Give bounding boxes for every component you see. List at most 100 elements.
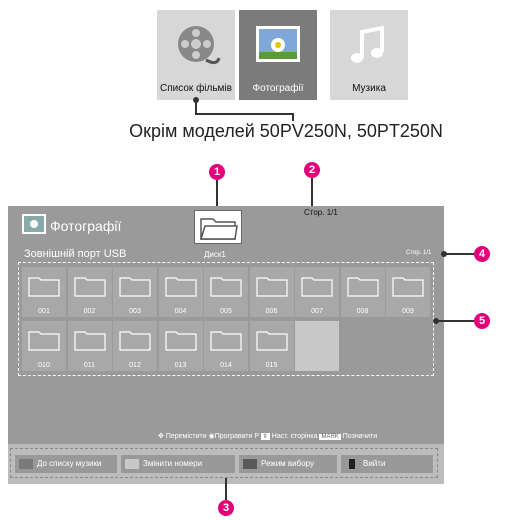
color-key-swatch xyxy=(243,459,257,469)
hint-mark: Позначити xyxy=(342,433,378,440)
category-photos[interactable]: Фотографії xyxy=(239,10,317,100)
models-caption: Окрім моделей 50PV250N, 50PT250N xyxy=(129,121,443,141)
folder-number: 006 xyxy=(265,308,278,315)
folder-item[interactable]: 013 xyxy=(158,321,203,371)
folder-number: 007 xyxy=(311,308,323,315)
color-key-swatch xyxy=(19,459,33,469)
folder-icon xyxy=(73,277,106,297)
category-movie-list[interactable]: Список фільмів xyxy=(157,10,235,100)
folder-icon xyxy=(73,331,106,351)
hint-next-page: Наст. сторінка xyxy=(271,433,318,440)
select-mode-button[interactable]: Режим вибору xyxy=(239,455,337,473)
folder-number: 002 xyxy=(83,308,96,315)
button-label: Вийти xyxy=(363,459,386,468)
folder-number: 001 xyxy=(38,308,50,315)
folder-number: 010 xyxy=(38,362,50,369)
callout-1: 1 xyxy=(209,164,225,180)
page-indicator: Стор. 1/1 xyxy=(406,250,432,256)
photo-icon xyxy=(22,214,46,234)
page-indicator-top: Стор. 1/1 xyxy=(304,208,338,217)
folder-icon xyxy=(164,331,197,351)
callout-5: 5 xyxy=(474,313,490,329)
hint-p: P xyxy=(254,433,259,440)
callout-3: 3 xyxy=(218,500,234,516)
current-folder-icon[interactable] xyxy=(194,210,242,244)
folder-number: 009 xyxy=(402,308,414,315)
folder-number: 005 xyxy=(220,308,232,315)
screen-title: Фотографії xyxy=(50,218,122,234)
folder-item[interactable]: 008 xyxy=(340,267,385,317)
folder-number: 011 xyxy=(83,362,96,369)
color-key-swatch xyxy=(125,459,139,469)
button-label: Режим вибору xyxy=(261,459,314,468)
folder-icon xyxy=(28,331,60,351)
folder-item[interactable]: 006 xyxy=(249,267,294,317)
folder-icon xyxy=(28,277,60,297)
folder-number: 014 xyxy=(220,362,232,369)
folder-item[interactable]: 003 xyxy=(113,267,157,317)
disk-label: Диск1 xyxy=(204,250,226,259)
category-label: Список фільмів xyxy=(160,83,232,94)
hint-play: Програвати xyxy=(214,433,253,440)
category-label: Фотографії xyxy=(252,83,304,94)
folder-number: 013 xyxy=(174,362,187,369)
folder-item[interactable]: 009 xyxy=(386,267,430,317)
folder-grid: 001 002 003 004 005 006 007 008 009 010 011 012 013 0… xyxy=(18,262,434,376)
folder-item[interactable]: 011 xyxy=(67,321,112,371)
folder-item[interactable]: 014 xyxy=(204,321,248,371)
folder-item[interactable]: 005 xyxy=(204,267,248,317)
open-folder-icon xyxy=(199,218,238,240)
film-reel-icon xyxy=(178,26,221,65)
folder-item[interactable]: 015 xyxy=(249,321,294,371)
go-to-music-list-button[interactable]: До списку музики xyxy=(15,455,117,473)
control-hints: ✥ Перемістити ◉Програвати P ⇕ Наст. стор… xyxy=(158,432,377,440)
folder-item[interactable]: 010 xyxy=(22,321,66,371)
callout-line xyxy=(436,320,474,322)
button-group: До списку музики Змінити номери Режим ви… xyxy=(10,448,438,478)
connector-line xyxy=(292,113,294,121)
callout-line xyxy=(225,478,227,500)
connector-line xyxy=(195,113,293,115)
connector-line xyxy=(195,100,197,114)
folder-number: 003 xyxy=(129,308,141,315)
folder-icon xyxy=(164,277,197,297)
callout-dot xyxy=(441,251,447,257)
folder-item[interactable]: 012 xyxy=(113,321,157,371)
folder-icon xyxy=(346,277,379,297)
photo-icon xyxy=(256,26,300,62)
folder-icon xyxy=(119,277,151,297)
callout-line xyxy=(311,178,313,208)
folder-icon xyxy=(392,277,424,297)
folder-number: 015 xyxy=(265,362,278,369)
page-updown-icon: ⇕ xyxy=(260,433,270,440)
hint-move: Перемістити xyxy=(165,433,207,440)
button-label: Змінити номери xyxy=(143,459,203,468)
callout-dot xyxy=(433,318,439,324)
photo-browser-screen: Фотографії Стор. 1/1 Зовнішній порт USB … xyxy=(8,206,444,444)
folder-icon xyxy=(255,277,288,297)
folder-icon xyxy=(301,277,333,297)
folder-item[interactable]: 001 xyxy=(22,267,66,317)
category-label: Музика xyxy=(352,83,386,94)
music-note-icon xyxy=(351,25,384,63)
folder-icon xyxy=(119,331,151,351)
folder-item[interactable]: 002 xyxy=(67,267,112,317)
mark-key: MARK xyxy=(319,434,341,440)
folder-item[interactable]: 007 xyxy=(295,267,339,317)
exit-button[interactable]: Вийти xyxy=(341,455,433,473)
exit-key-icon xyxy=(349,459,355,469)
callout-2: 2 xyxy=(304,162,320,178)
callout-line xyxy=(444,253,474,255)
callout-4: 4 xyxy=(474,246,490,262)
folder-number: 008 xyxy=(356,308,369,315)
folder-icon xyxy=(255,331,288,351)
folder-item[interactable]: 004 xyxy=(158,267,203,317)
category-music[interactable]: Музика xyxy=(330,10,408,100)
folder-icon xyxy=(210,277,242,297)
change-numbers-button[interactable]: Змінити номери xyxy=(121,455,235,473)
usb-port-label: Зовнішній порт USB xyxy=(24,248,127,260)
button-label: До списку музики xyxy=(37,459,102,468)
folder-number: 004 xyxy=(174,308,187,315)
folder-number: 012 xyxy=(129,362,141,369)
move-arrows-icon: ✥ xyxy=(158,433,164,440)
